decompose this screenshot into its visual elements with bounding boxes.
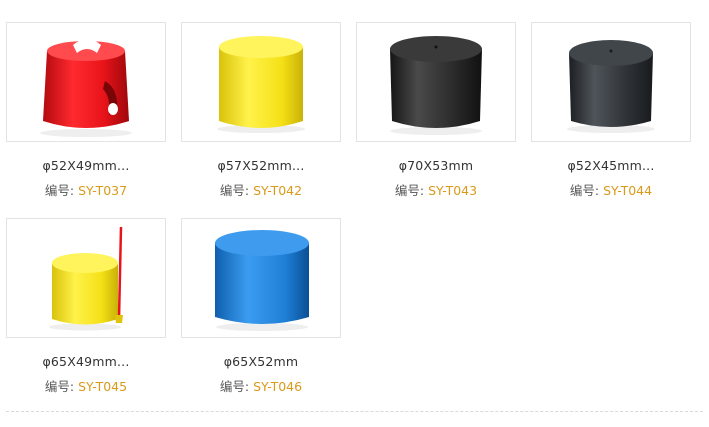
code-value: SY-T044 <box>603 183 653 198</box>
product-name[interactable]: φ57X52mm... <box>181 158 341 173</box>
product-image[interactable] <box>181 218 341 338</box>
blue-cap-image <box>215 230 309 331</box>
product-name[interactable]: φ70X53mm <box>356 158 516 173</box>
product-name[interactable]: φ52X45mm... <box>531 158 691 173</box>
product-image[interactable] <box>6 218 166 338</box>
code-label: 编号: <box>44 379 75 394</box>
yellow-tab-cap-image <box>49 226 123 331</box>
product-code: 编号: SY-T044 <box>531 180 691 199</box>
code-label: 编号: <box>394 183 425 198</box>
product-code: 编号: SY-T037 <box>6 180 166 199</box>
product-name[interactable]: φ65X49mm... <box>6 354 166 369</box>
product-card[interactable]: φ65X49mm... 编号: SY-T045 <box>6 218 166 395</box>
code-label: 编号: <box>44 183 75 198</box>
black-cap-image <box>390 36 482 135</box>
code-value: SY-T046 <box>253 379 303 394</box>
code-value: SY-T042 <box>253 183 303 198</box>
product-card[interactable]: φ65X52mm 编号: SY-T046 <box>181 218 341 395</box>
product-card[interactable]: φ52X49mm... 编号: SY-T037 <box>6 22 166 199</box>
product-code: 编号: SY-T046 <box>181 376 341 395</box>
code-label: 编号: <box>569 183 600 198</box>
product-image[interactable] <box>531 22 691 142</box>
dark-gray-cap-image <box>567 40 655 133</box>
product-name[interactable]: φ52X49mm... <box>6 158 166 173</box>
bottom-divider <box>6 411 703 412</box>
code-label: 编号: <box>219 379 250 394</box>
product-image[interactable] <box>356 22 516 142</box>
code-value: SY-T037 <box>78 183 128 198</box>
product-grid: φ52X49mm... 编号: SY-T037 φ57X52mm... 编号: … <box>0 0 709 427</box>
product-code: 编号: SY-T042 <box>181 180 341 199</box>
product-card[interactable]: φ70X53mm 编号: SY-T043 <box>356 22 516 199</box>
product-card[interactable]: φ57X52mm... 编号: SY-T042 <box>181 22 341 199</box>
red-cap-image <box>40 39 132 137</box>
product-card[interactable]: φ52X45mm... 编号: SY-T044 <box>531 22 691 199</box>
product-name[interactable]: φ65X52mm <box>181 354 341 369</box>
product-code: 编号: SY-T043 <box>356 180 516 199</box>
code-value: SY-T043 <box>428 183 478 198</box>
product-code: 编号: SY-T045 <box>6 376 166 395</box>
product-image[interactable] <box>181 22 341 142</box>
product-image[interactable] <box>6 22 166 142</box>
code-value: SY-T045 <box>78 379 128 394</box>
yellow-cap-image <box>217 36 305 133</box>
code-label: 编号: <box>219 183 250 198</box>
